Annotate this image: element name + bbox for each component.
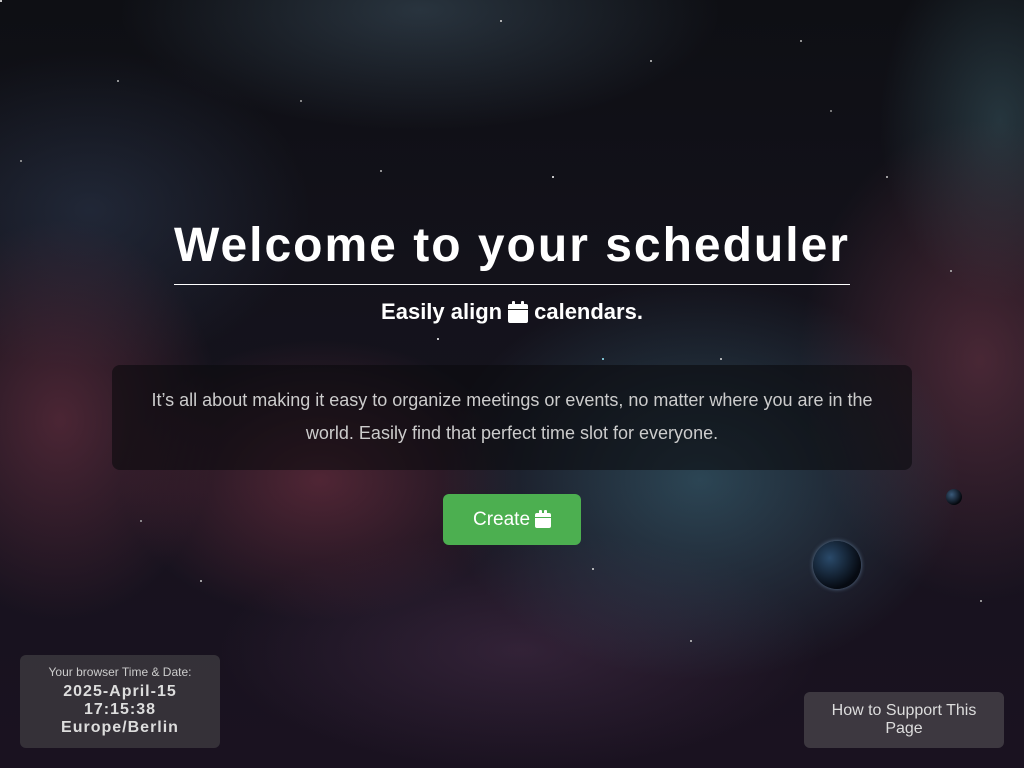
subtitle-before: Easily align [381,299,503,324]
small-planet-decoration [946,489,962,505]
hero: Welcome to your scheduler Easily align c… [0,218,1024,325]
page-title: Welcome to your scheduler [174,218,850,285]
intro-text: It’s all about making it easy to organiz… [151,390,873,443]
subtitle-after: calendars. [534,299,643,324]
create-label: Create [472,508,531,530]
browser-timezone: Europe/Berlin [61,719,179,736]
browser-time-panel: Your browser Time & Date: 2025-April-15 … [20,655,220,748]
intro-box: It’s all about making it easy to organiz… [112,365,912,470]
support-label: How to Support This Page [831,702,977,737]
stars-decoration [0,0,2,2]
calendar-icon [535,510,552,528]
create-button[interactable]: Create [443,494,581,545]
support-page-button[interactable]: How to Support This Page [804,692,1004,748]
browser-time: 17:15:38 [83,701,157,718]
calendar-icon [508,301,529,323]
subtitle: Easily align calendars. [0,299,1024,325]
browser-time-label: Your browser Time & Date: [48,665,192,679]
browser-date: 2025-April-15 [63,683,177,700]
planet-decoration [813,541,861,589]
